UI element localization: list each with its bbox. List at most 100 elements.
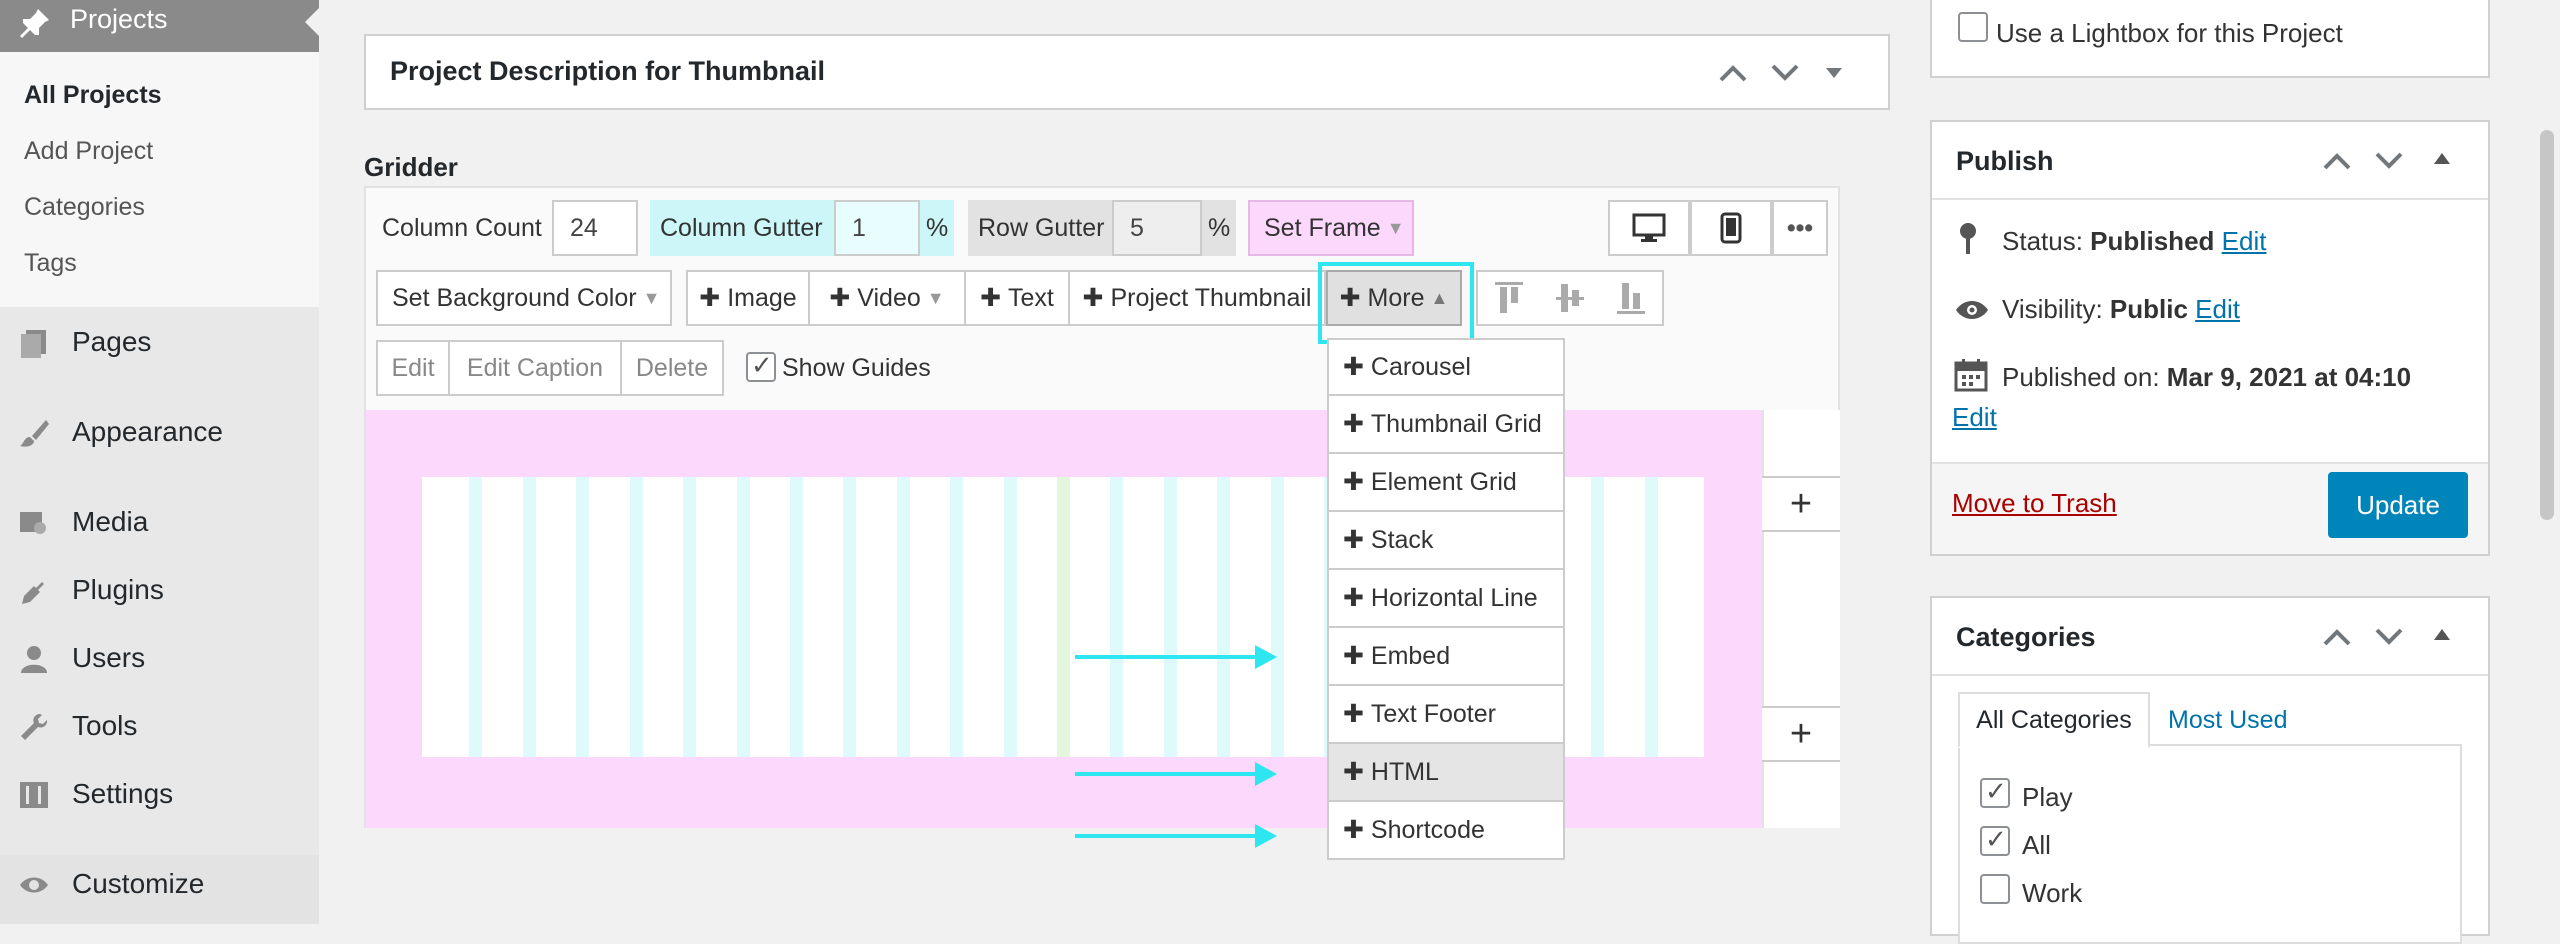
sidebar-item-settings[interactable]: Settings (0, 764, 319, 824)
menu-label: Text Footer (1370, 699, 1496, 728)
button-label: Text (1008, 283, 1054, 312)
edit-visibility-link[interactable]: Edit (2195, 294, 2240, 324)
menu-item-html[interactable]: ✚ HTML (1327, 744, 1565, 802)
status-label: Status: (2002, 226, 2083, 256)
category-label: All (2022, 830, 2051, 860)
categories-panel: Categories All Categories Most Used Play… (1930, 596, 2490, 944)
sidebar-item-users[interactable]: Users (0, 628, 319, 688)
tab-all-categories[interactable]: All Categories (1958, 692, 2150, 748)
wrench-icon (21, 714, 48, 740)
scrollbar-thumb[interactable] (2540, 130, 2554, 520)
add-row-button[interactable]: + (1762, 476, 1840, 532)
category-label: Play (2022, 782, 2073, 812)
category-checkbox-play[interactable] (1980, 776, 2010, 808)
toggle-panel-icon[interactable] (1824, 66, 1844, 80)
submenu-categories[interactable]: Categories (24, 193, 145, 222)
add-project-thumbnail-button[interactable]: ✚ Project Thumbnail (1068, 270, 1326, 326)
show-guides-checkbox[interactable] (746, 350, 776, 382)
submenu-tags[interactable]: Tags (24, 249, 77, 278)
update-button[interactable]: Update (2328, 472, 2468, 538)
more-options-button[interactable]: ••• (1772, 200, 1828, 256)
button-label: Video (857, 283, 921, 312)
plus-icon: ✚ (1343, 816, 1364, 844)
menu-item-shortcode[interactable]: ✚ Shortcode (1327, 802, 1565, 860)
menu-item-thumbnail-grid[interactable]: ✚ Thumbnail Grid (1327, 396, 1565, 454)
move-up-icon[interactable] (2322, 626, 2352, 648)
toggle-panel-icon[interactable] (2432, 150, 2452, 166)
set-frame-button[interactable]: Set Frame ▼ (1248, 200, 1414, 256)
row-gutter-label: Row Gutter (978, 214, 1105, 242)
edit-status-link[interactable]: Edit (2222, 226, 2267, 256)
menu-item-carousel[interactable]: ✚ Carousel (1327, 338, 1565, 396)
edit-caption-button[interactable]: Edit Caption (448, 340, 622, 396)
toggle-panel-icon[interactable] (2432, 626, 2452, 642)
column-gutter-guide (683, 477, 697, 757)
set-background-color-button[interactable]: Set Background Color ▼ (376, 270, 672, 326)
category-checkbox-all[interactable] (1980, 824, 2010, 856)
sidebar-label: Settings (72, 778, 174, 809)
column-gutter-guide (1644, 477, 1658, 757)
mobile-view-button[interactable] (1690, 200, 1772, 256)
plus-icon: ✚ (1343, 353, 1364, 381)
category-checkbox-work[interactable] (1980, 874, 2010, 904)
move-to-trash-link[interactable]: Move to Trash (1952, 488, 2117, 519)
sidebar-item-plugins[interactable]: Plugins (0, 560, 319, 620)
sidebar-item-media[interactable]: Media (0, 492, 319, 552)
add-image-button[interactable]: ✚ Image (686, 270, 810, 326)
show-guides-label: Show Guides (782, 354, 931, 382)
plus-icon: ✚ (1343, 700, 1364, 728)
menu-item-embed[interactable]: ✚ Embed (1327, 628, 1565, 686)
sidebar-item-tools[interactable]: Tools (0, 696, 319, 756)
align-top-icon[interactable] (1493, 280, 1525, 316)
sidebar-label: Tools (72, 710, 138, 741)
move-up-icon[interactable] (2322, 150, 2352, 172)
column-gutter-guide (843, 477, 857, 757)
column-gutter-guide (1163, 477, 1177, 757)
menu-item-element-grid[interactable]: ✚ Element Grid (1327, 454, 1565, 512)
add-text-button[interactable]: ✚ Text (964, 270, 1070, 326)
button-label: Image (727, 283, 797, 312)
align-bottom-icon[interactable] (1615, 280, 1647, 316)
move-down-icon[interactable] (1770, 62, 1800, 84)
sidebar-item-appearance[interactable]: Appearance (0, 402, 319, 462)
lightbox-checkbox[interactable] (1958, 12, 1988, 42)
move-down-icon[interactable] (2374, 626, 2404, 648)
row-gutter-input[interactable]: 5 (1112, 200, 1202, 256)
column-gutter-input[interactable]: 1 (834, 200, 920, 256)
tab-most-used[interactable]: Most Used (2168, 706, 2287, 735)
row-controls (1762, 410, 1840, 828)
add-row-button[interactable]: + (1762, 706, 1840, 762)
sidebar-item-customize[interactable]: Customize (0, 854, 319, 914)
column-gutter-guide (522, 477, 536, 757)
align-middle-icon[interactable] (1554, 280, 1586, 316)
edit-button[interactable]: Edit (376, 340, 450, 396)
column-gutter-guide (1003, 477, 1017, 757)
move-up-icon[interactable] (1718, 62, 1748, 84)
visibility-value: Public (2109, 294, 2188, 324)
menu-item-horizontal-line[interactable]: ✚ Horizontal Line (1327, 570, 1565, 628)
plus-icon: ✚ (1343, 410, 1364, 438)
menu-label: Stack (1370, 525, 1434, 554)
column-gutter-guide (950, 477, 964, 757)
desktop-view-button[interactable] (1608, 200, 1690, 256)
submenu-add-project[interactable]: Add Project (24, 137, 153, 166)
sidebar-item-projects[interactable]: Projects (0, 0, 319, 52)
column-count-input[interactable]: 24 (552, 200, 638, 256)
user-icon (21, 646, 47, 673)
sidebar-item-pages[interactable]: Pages (0, 312, 319, 372)
lightbox-panel: Use a Lightbox for this Project (1930, 0, 2490, 78)
column-gutter-label: Column Gutter (660, 214, 823, 242)
menu-item-stack[interactable]: ✚ Stack (1327, 512, 1565, 570)
submenu-all-projects[interactable]: All Projects (24, 81, 162, 110)
sidebar-label: Plugins (72, 574, 164, 605)
move-down-icon[interactable] (2374, 150, 2404, 172)
description-panel: Project Description for Thumbnail (364, 34, 1890, 110)
button-label: Project Thumbnail (1110, 283, 1312, 312)
menu-label: Carousel (1370, 352, 1471, 381)
add-video-button[interactable]: ✚ Video ▼ (808, 270, 966, 326)
delete-button[interactable]: Delete (620, 340, 724, 396)
edit-date-link[interactable]: Edit (1952, 402, 1997, 433)
visibility-row: Visibility: Public Edit (2002, 294, 2240, 325)
caret-down-icon: ▼ (1386, 217, 1405, 238)
menu-item-text-footer[interactable]: ✚ Text Footer (1327, 686, 1565, 744)
